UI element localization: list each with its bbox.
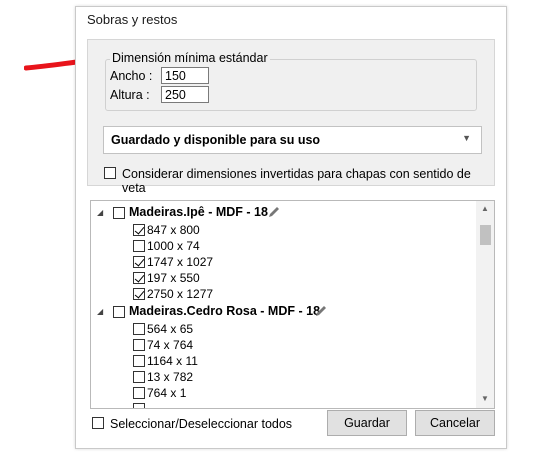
collapse-triangle-icon[interactable]: ◢: [97, 208, 103, 217]
tree-item-label: 13 x 782: [147, 370, 194, 384]
select-all-label: Seleccionar/Deseleccionar todos: [110, 417, 293, 431]
tree-item-label: 2750 x 1277: [147, 287, 214, 301]
select-all-checkbox[interactable]: [92, 417, 104, 429]
invert-dimensions-label: Considerar dimensiones invertidas para c…: [122, 167, 471, 195]
edit-pencil-icon[interactable]: [267, 205, 281, 219]
tree-group-label: Madeiras.Cedro Rosa - MDF - 18: [129, 304, 321, 318]
min-dimension-legend: Dimensión mínima estándar: [110, 51, 270, 65]
altura-label: Altura :: [110, 88, 150, 102]
tree-scrollbar[interactable]: ▲ ▼: [476, 201, 494, 408]
ancho-input[interactable]: [161, 67, 209, 84]
edit-pencil-icon[interactable]: [314, 304, 328, 318]
item-checkbox[interactable]: [133, 224, 145, 236]
dialog-title: Sobras y restos: [87, 12, 178, 27]
group-checkbox[interactable]: [113, 207, 125, 219]
tree-item-label: 197 x 550: [147, 271, 200, 285]
item-checkbox[interactable]: [133, 387, 145, 399]
item-checkbox[interactable]: [133, 272, 145, 284]
chevron-down-icon: ▼: [462, 133, 471, 143]
settings-panel: Dimensión mínima estándar Ancho : Altura…: [87, 39, 495, 195]
leftovers-dialog: Sobras y restos Dimensión mínima estánda…: [75, 6, 507, 449]
save-button[interactable]: Guardar: [327, 410, 407, 436]
tree-item-label: 564 x 65: [147, 322, 194, 336]
item-checkbox[interactable]: [133, 323, 145, 335]
tree-item-label: 1164 x 11: [147, 354, 198, 368]
tree-item-label: 1747 x 1027: [147, 255, 214, 269]
leftovers-tree: ◢ Madeiras.Ipê - MDF - 18 847 x 800 1000…: [90, 200, 495, 409]
item-checkbox[interactable]: [133, 256, 145, 268]
scroll-up-icon[interactable]: ▲: [481, 204, 489, 213]
item-checkbox[interactable]: [133, 240, 145, 252]
ancho-label: Ancho :: [110, 69, 153, 83]
scrollbar-thumb[interactable]: [480, 225, 491, 245]
group-checkbox[interactable]: [113, 306, 125, 318]
item-checkbox[interactable]: [133, 355, 145, 367]
scroll-down-icon[interactable]: ▼: [481, 394, 489, 403]
tree-item-label: 847 x 800: [147, 223, 200, 237]
item-checkbox[interactable]: [133, 403, 145, 408]
item-checkbox[interactable]: [133, 339, 145, 351]
min-dimension-group: Dimensión mínima estándar Ancho : Altura…: [105, 51, 477, 111]
item-checkbox[interactable]: [133, 371, 145, 383]
item-checkbox[interactable]: [133, 288, 145, 300]
cancel-button[interactable]: Cancelar: [415, 410, 495, 436]
collapse-triangle-icon[interactable]: ◢: [97, 307, 103, 316]
tree-item-label: 74 x 764: [147, 338, 194, 352]
altura-input[interactable]: [161, 86, 209, 103]
tree-item-label: 1000 x 74: [147, 239, 200, 253]
tree-item-label: 764 x 1: [147, 386, 187, 400]
invert-dimensions-checkbox[interactable]: [104, 167, 116, 179]
status-select[interactable]: Guardado y disponible para su uso ▼: [103, 126, 482, 154]
tree-group-label: Madeiras.Ipê - MDF - 18: [129, 205, 268, 219]
status-select-value: Guardado y disponible para su uso: [111, 133, 321, 147]
